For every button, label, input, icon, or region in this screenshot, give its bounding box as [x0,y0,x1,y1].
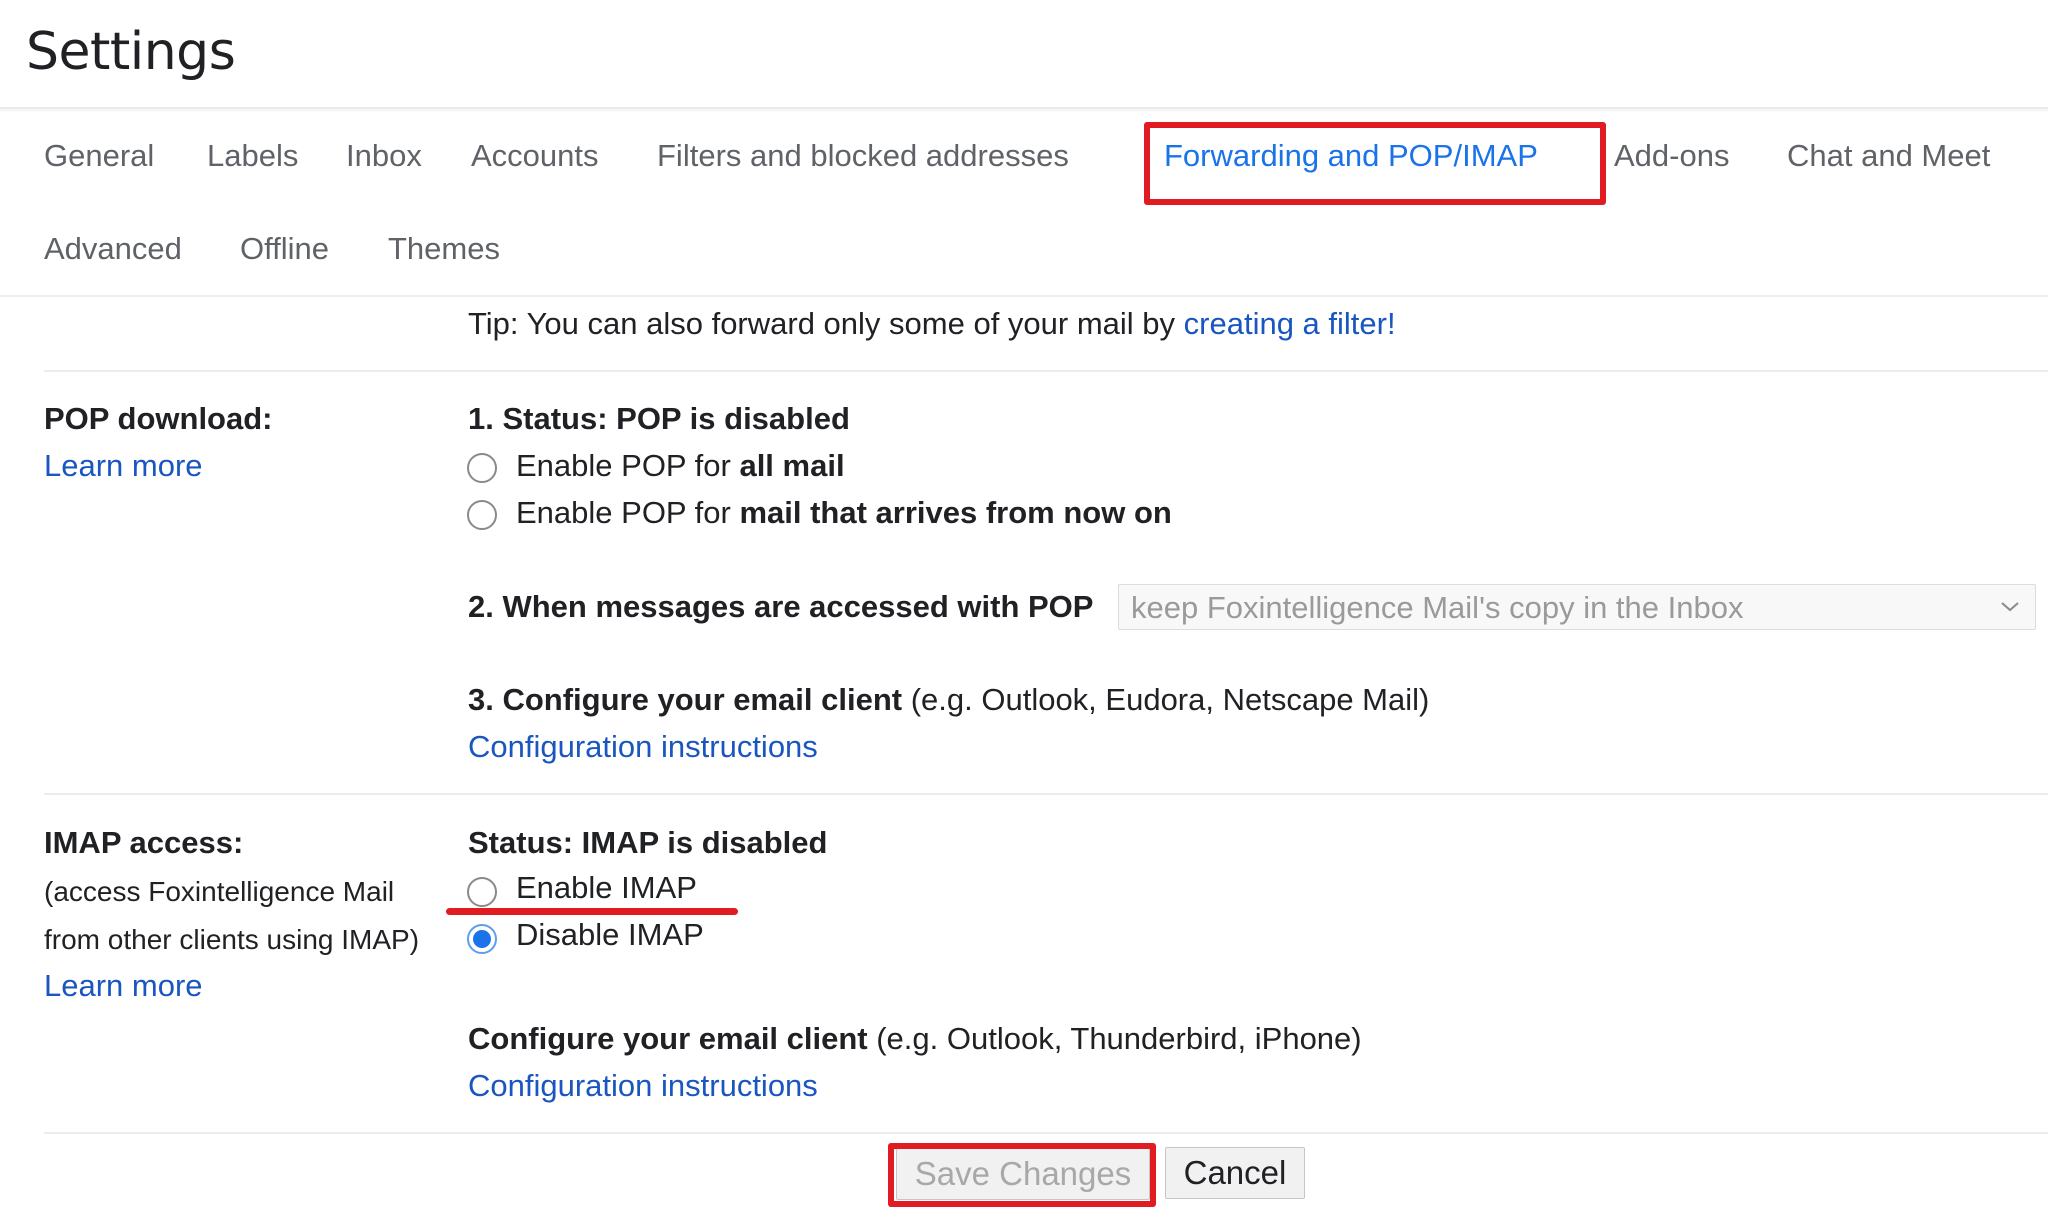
highlight-box-active-tab [1144,122,1606,205]
enable-imap-option[interactable]: Enable IMAP [516,870,697,906]
section-divider [44,370,2048,372]
tab-advanced[interactable]: Advanced [44,231,182,267]
tab-add-ons[interactable]: Add-ons [1614,138,1729,174]
tab-labels[interactable]: Labels [207,138,298,174]
tab-filters[interactable]: Filters and blocked addresses [657,138,1069,174]
imap-description-line2: from other clients using IMAP) [44,924,420,955]
pop-action-selected-value: keep Foxintelligence Mail's copy in the … [1131,590,1744,625]
configure-examples: (e.g. Outlook, Eudora, Netscape Mail) [902,682,1430,717]
radio-pop-all-mail[interactable] [467,453,497,483]
pop-download-label: POP download: [44,401,273,436]
option-label-bold: all mail [739,448,845,483]
pop-configure-client: 3. Configure your email client (e.g. Out… [468,682,1429,718]
page-title: Settings [26,22,236,82]
option-label-bold: mail that arrives from now on [739,495,1172,530]
imap-config-instructions-link[interactable]: Configuration instructions [468,1068,818,1104]
radio-enable-imap[interactable] [467,877,497,907]
imap-description-line1: (access Foxintelligence Mail [44,876,395,907]
radio-disable-imap[interactable] [467,924,497,954]
radio-pop-from-now-on[interactable] [467,500,497,530]
pop-action-select[interactable]: keep Foxintelligence Mail's copy in the … [1118,584,2036,630]
option-label: Enable POP for [516,448,740,483]
tab-general[interactable]: General [44,138,154,174]
pop-status: 1. Status: POP is disabled [468,401,850,436]
configure-heading: 3. Configure your email client [468,682,903,717]
tab-inbox[interactable]: Inbox [346,138,422,174]
configure-examples: (e.g. Outlook, Thunderbird, iPhone) [867,1021,1362,1056]
imap-configure-client: Configure your email client (e.g. Outloo… [468,1021,1362,1057]
tip-text: Tip: You can also forward only some of y… [468,306,1184,341]
highlight-underline-enable-imap [446,908,738,915]
forwarding-tip: Tip: You can also forward only some of y… [468,306,1396,342]
pop-when-accessed-label: 2. When messages are accessed with POP [468,589,1094,624]
tab-offline[interactable]: Offline [240,231,329,267]
pop-config-instructions-link[interactable]: Configuration instructions [468,729,818,765]
imap-status: Status: IMAP is disabled [468,825,828,860]
disable-imap-option[interactable]: Disable IMAP [516,917,704,953]
pop-learn-more-link[interactable]: Learn more [44,448,203,484]
section-divider [44,1132,2048,1134]
highlight-box-save [888,1143,1156,1207]
tabs-divider [0,295,2048,297]
tab-themes[interactable]: Themes [388,231,500,267]
pop-all-mail-option[interactable]: Enable POP for all mail [516,448,845,484]
imap-access-label: IMAP access: [44,825,244,860]
tab-accounts[interactable]: Accounts [471,138,599,174]
chevron-down-icon [2001,602,2019,612]
imap-learn-more-link[interactable]: Learn more [44,968,203,1004]
option-label: Enable POP for [516,495,740,530]
tab-chat-meet[interactable]: Chat and Meet [1787,138,1990,174]
configure-heading: Configure your email client [468,1021,868,1056]
pop-from-now-on-option[interactable]: Enable POP for mail that arrives from no… [516,495,1172,531]
header-divider [0,107,2048,113]
create-filter-link[interactable]: creating a filter! [1184,306,1396,341]
cancel-button[interactable]: Cancel [1165,1147,1305,1199]
section-divider [44,793,2048,795]
